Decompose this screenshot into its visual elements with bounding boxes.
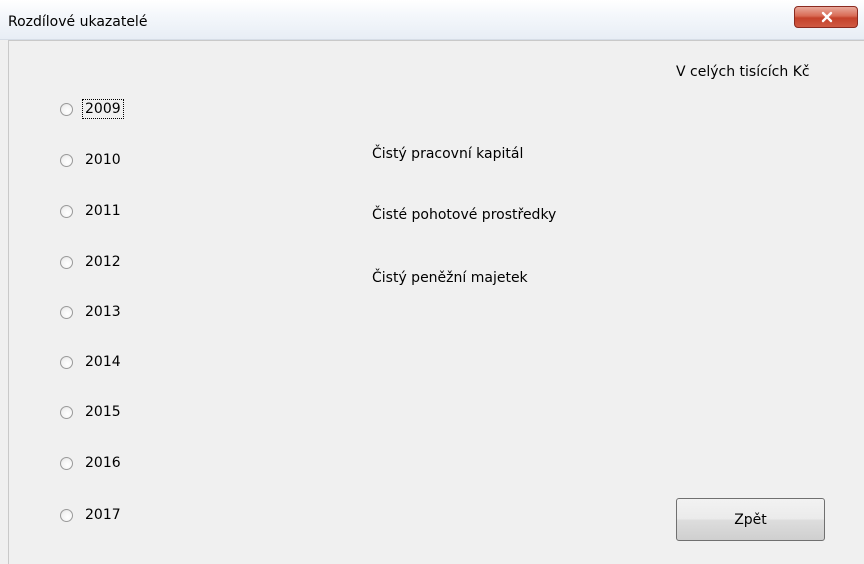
close-button[interactable] [794, 6, 858, 28]
radio-circle[interactable] [60, 103, 73, 116]
radio-label: 2012 [85, 254, 121, 270]
radio-circle[interactable] [60, 457, 73, 470]
indicator-net-liquid-funds: Čisté pohotové prostředky [372, 207, 557, 223]
radio-label: 2016 [85, 455, 121, 471]
radio-circle[interactable] [60, 406, 73, 419]
radio-label: 2013 [85, 304, 121, 320]
radio-circle[interactable] [60, 509, 73, 522]
units-note: V celých tisících Kč [676, 64, 810, 80]
radio-label: 2014 [85, 354, 121, 370]
radio-circle[interactable] [60, 256, 73, 269]
indicator-net-monetary-assets: Čistý peněžní majetek [372, 270, 528, 286]
dialog-window: Rozdílové ukazatelé V celých tisících Kč… [0, 0, 864, 564]
indicator-net-working-capital: Čistý pracovní kapitál [372, 146, 524, 162]
radio-label: 2009 [82, 99, 124, 119]
radio-circle[interactable] [60, 356, 73, 369]
radio-label: 2011 [85, 203, 121, 219]
radio-circle[interactable] [60, 205, 73, 218]
dialog-client-area [8, 40, 864, 564]
back-button[interactable]: Zpět [676, 498, 825, 541]
title-bar[interactable]: Rozdílové ukazatelé [0, 0, 864, 40]
close-icon [821, 11, 833, 23]
radio-label: 2010 [85, 152, 121, 168]
radio-circle[interactable] [60, 154, 73, 167]
window-title: Rozdílové ukazatelé [8, 14, 148, 30]
radio-label: 2017 [85, 507, 121, 523]
radio-label: 2015 [85, 404, 121, 420]
radio-circle[interactable] [60, 306, 73, 319]
